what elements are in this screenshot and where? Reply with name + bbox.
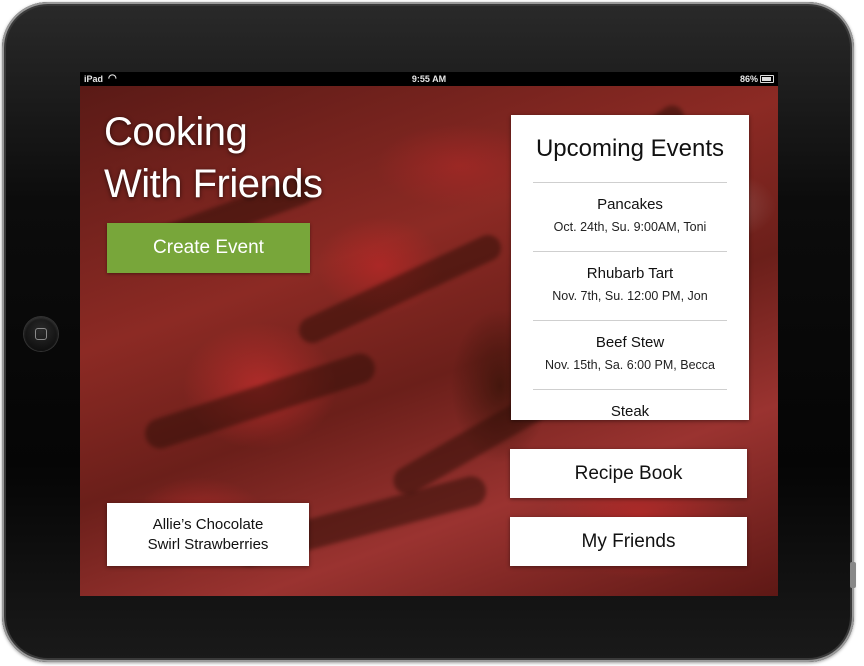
event-name: Pancakes bbox=[597, 196, 663, 213]
battery-icon bbox=[760, 75, 774, 83]
my-friends-button[interactable]: My Friends bbox=[510, 517, 747, 566]
event-details: Oct. 24th, Su. 9:00AM, Toni bbox=[553, 220, 707, 234]
home-button[interactable] bbox=[24, 317, 58, 351]
battery-percent: 86% bbox=[739, 74, 758, 84]
upcoming-events-panel[interactable]: Upcoming Events Pancakes Oct. 24th, Su. … bbox=[511, 115, 749, 420]
featured-recipe-line1: Allie’s Chocolate bbox=[152, 515, 264, 533]
app-title-line1: Cooking bbox=[104, 110, 248, 154]
clock: 9:55 AM bbox=[411, 74, 447, 84]
events-list: Pancakes Oct. 24th, Su. 9:00AM, Toni Rhu… bbox=[533, 182, 727, 420]
recipe-book-button[interactable]: Recipe Book bbox=[510, 449, 747, 498]
app-title: Cooking With Friends bbox=[104, 106, 323, 210]
volume-button bbox=[850, 562, 856, 588]
screen: iPad ◠ 9:55 AM 86% Cooking With Friends … bbox=[80, 72, 778, 596]
event-item-steak[interactable]: Steak bbox=[533, 389, 727, 420]
event-name: Beef Stew bbox=[595, 334, 665, 351]
event-name: Rhubarb Tart bbox=[586, 265, 674, 282]
featured-recipe-line2: Swirl Strawberries bbox=[147, 535, 269, 553]
event-item-rhubarb-tart[interactable]: Rhubarb Tart Nov. 7th, Su. 12:00 PM, Jon bbox=[533, 251, 727, 320]
event-item-pancakes[interactable]: Pancakes Oct. 24th, Su. 9:00AM, Toni bbox=[533, 182, 727, 251]
event-details: Nov. 15th, Sa. 6:00 PM, Becca bbox=[545, 358, 715, 372]
home-square-icon bbox=[35, 328, 47, 340]
event-name: Steak bbox=[610, 403, 650, 420]
upcoming-events-title: Upcoming Events bbox=[535, 135, 725, 162]
event-details: Nov. 7th, Su. 12:00 PM, Jon bbox=[552, 289, 708, 303]
app-title-line2: With Friends bbox=[104, 162, 323, 206]
status-bar: iPad ◠ 9:55 AM 86% bbox=[80, 72, 778, 86]
create-event-button[interactable]: Create Event bbox=[107, 223, 310, 273]
featured-recipe-card[interactable]: Allie’s Chocolate Swirl Strawberries bbox=[107, 503, 309, 566]
event-item-beef-stew[interactable]: Beef Stew Nov. 15th, Sa. 6:00 PM, Becca bbox=[533, 320, 727, 389]
